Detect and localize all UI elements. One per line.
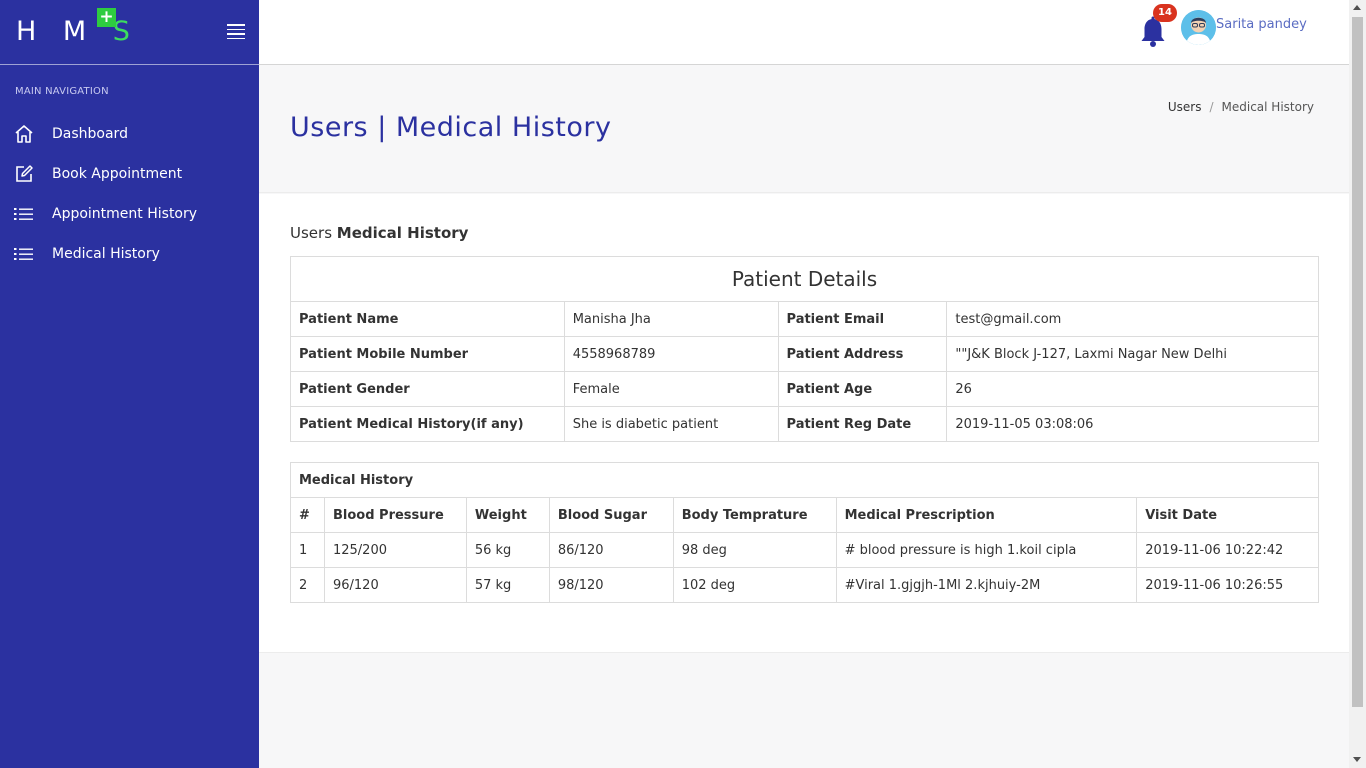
section-title: Users Medical History — [290, 224, 469, 242]
table-row: 1 125/200 56 kg 86/120 98 deg # blood pr… — [290, 532, 1319, 568]
column-header: Medical Prescription — [835, 497, 1138, 533]
brand: H M S + — [0, 0, 259, 65]
table-cell: # blood pressure is high 1.koil cipla — [835, 532, 1138, 568]
hamburger-menu-icon[interactable] — [227, 24, 245, 39]
table-cell: 1 — [290, 532, 325, 568]
edit-icon — [16, 165, 33, 182]
table-cell: #Viral 1.gjgjh-1Ml 2.kjhuiy-2M — [835, 567, 1138, 603]
scroll-up-arrow-icon[interactable] — [1353, 5, 1361, 10]
patient-details-table: Patient Details Patient Name Manisha Jha… — [290, 256, 1319, 442]
medical-history-table: Medical History # Blood Pressure Weight … — [290, 462, 1319, 603]
page-title-bar: Users | Medical History Users / Medical Hi… — [259, 65, 1349, 193]
table-cell: 56 kg — [465, 532, 550, 568]
column-header: Blood Sugar — [548, 497, 674, 533]
list-icon — [14, 248, 33, 260]
field-label: Patient Age — [777, 371, 948, 407]
sidebar-item-label: Dashboard — [52, 126, 128, 142]
table-cell: 96/120 — [323, 567, 467, 603]
sidebar-item-label: Book Appointment — [52, 166, 183, 182]
sidebar-item-book-appointment[interactable]: Book Appointment — [0, 154, 259, 194]
field-label: Patient Medical History(if any) — [290, 406, 565, 442]
column-header: Blood Pressure — [323, 497, 467, 533]
field-value: ""J&K Block J-127, Laxmi Nagar New Delhi — [946, 336, 1319, 372]
table-cell: 2019-11-06 10:22:42 — [1136, 532, 1319, 568]
breadcrumb-item-users[interactable]: Users — [1168, 100, 1202, 114]
table-row: Patient Mobile Number 4558968789 Patient… — [290, 336, 1319, 372]
logo-plus-icon: + — [97, 8, 116, 27]
table-cell: 2 — [290, 567, 325, 603]
table-cell: 102 deg — [672, 567, 837, 603]
field-label: Patient Name — [290, 301, 565, 337]
page-scrollbar[interactable] — [1349, 0, 1366, 768]
column-header: Visit Date — [1136, 497, 1319, 533]
user-name-link[interactable]: Sarita pandey — [1216, 17, 1307, 32]
table-cell: 125/200 — [323, 532, 467, 568]
column-header: Body Temprature — [672, 497, 837, 533]
sidebar: H M S + MAIN NAVIGATION Dashboard Book A… — [0, 0, 259, 768]
main-content: Users Medical History Patient Details Pa… — [259, 194, 1349, 653]
patient-details-caption: Patient Details — [290, 256, 1319, 302]
table-row: Patient Gender Female Patient Age 26 — [290, 371, 1319, 407]
logo[interactable]: H M S — [16, 16, 139, 47]
breadcrumb: Users / Medical History — [1168, 100, 1314, 114]
field-value: Female — [563, 371, 779, 407]
table-cell: 98 deg — [672, 532, 837, 568]
nav-section-title: MAIN NAVIGATION — [15, 86, 109, 97]
user-avatar[interactable] — [1181, 10, 1216, 45]
breadcrumb-item-current: Medical History — [1221, 100, 1314, 114]
home-icon — [15, 125, 33, 143]
column-header: # — [290, 497, 325, 533]
breadcrumb-separator: / — [1209, 100, 1214, 114]
field-label: Patient Mobile Number — [290, 336, 565, 372]
field-value: 4558968789 — [563, 336, 779, 372]
sidebar-item-dashboard[interactable]: Dashboard — [0, 114, 259, 154]
medical-history-caption: Medical History — [290, 462, 1319, 498]
field-label: Patient Reg Date — [777, 406, 948, 442]
notification-count-badge: 14 — [1153, 4, 1177, 22]
table-row: Patient Name Manisha Jha Patient Email t… — [290, 301, 1319, 337]
field-label: Patient Email — [777, 301, 948, 337]
field-value: 2019-11-05 03:08:06 — [946, 406, 1319, 442]
scrollbar-thumb[interactable] — [1352, 17, 1363, 707]
table-cell: 2019-11-06 10:26:55 — [1136, 567, 1319, 603]
sidebar-item-appointment-history[interactable]: Appointment History — [0, 194, 259, 234]
field-value: Manisha Jha — [563, 301, 779, 337]
field-value: She is diabetic patient — [563, 406, 779, 442]
table-row: 2 96/120 57 kg 98/120 102 deg #Viral 1.g… — [290, 567, 1319, 603]
table-cell: 98/120 — [548, 567, 674, 603]
page-title: Users | Medical History — [290, 112, 612, 143]
list-icon — [14, 208, 33, 220]
scroll-down-arrow-icon[interactable] — [1353, 757, 1361, 762]
top-header: 14 Sarita pandey — [259, 0, 1349, 65]
table-cell: 57 kg — [465, 567, 550, 603]
sidebar-item-medical-history[interactable]: Medical History — [0, 234, 259, 274]
table-cell: 86/120 — [548, 532, 674, 568]
sidebar-item-label: Appointment History — [52, 206, 198, 222]
field-label: Patient Gender — [290, 371, 565, 407]
field-label: Patient Address — [777, 336, 948, 372]
sidebar-item-label: Medical History — [52, 246, 160, 262]
field-value: 26 — [946, 371, 1319, 407]
column-header: Weight — [465, 497, 550, 533]
table-header-row: # Blood Pressure Weight Blood Sugar Body… — [290, 497, 1319, 533]
table-row: Patient Medical History(if any) She is d… — [290, 406, 1319, 442]
field-value: test@gmail.com — [946, 301, 1319, 337]
